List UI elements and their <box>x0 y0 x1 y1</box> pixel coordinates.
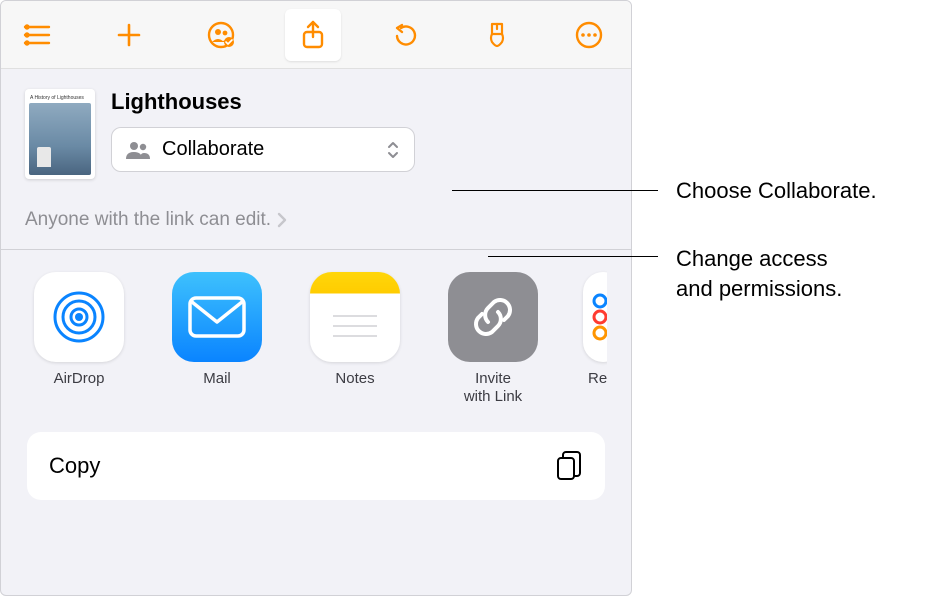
collaborate-dropdown[interactable]: Collaborate <box>111 127 415 172</box>
callout-collaborate: Choose Collaborate. <box>452 176 877 206</box>
format-brush-icon[interactable] <box>479 17 515 53</box>
undo-icon[interactable] <box>387 17 423 53</box>
sidebar-toggle-icon[interactable] <box>19 17 55 53</box>
collaborate-label: Collaborate <box>162 138 374 161</box>
more-icon[interactable] <box>571 17 607 53</box>
document-thumbnail: A History of Lighthouses <box>25 89 95 179</box>
access-text: Anyone with the link can edit. <box>25 209 271 231</box>
document-title: Lighthouses <box>111 89 607 115</box>
callout-access: Change access and permissions. <box>488 244 842 303</box>
chevron-right-icon <box>277 212 287 228</box>
toolbar <box>1 1 631 69</box>
notes-icon <box>310 272 400 362</box>
share-mail[interactable]: Mail <box>169 272 265 406</box>
mail-icon <box>172 272 262 362</box>
share-airdrop[interactable]: AirDrop <box>31 272 127 406</box>
people-icon <box>126 141 150 159</box>
add-icon[interactable] <box>111 17 147 53</box>
airdrop-icon <box>34 272 124 362</box>
updown-chevron-icon <box>386 140 400 160</box>
copy-row[interactable]: Copy <box>27 432 605 500</box>
share-notes[interactable]: Notes <box>307 272 403 406</box>
copy-label: Copy <box>49 453 100 479</box>
share-icon[interactable] <box>285 9 341 61</box>
copy-icon <box>555 450 583 482</box>
collaborate-people-icon[interactable] <box>203 17 239 53</box>
